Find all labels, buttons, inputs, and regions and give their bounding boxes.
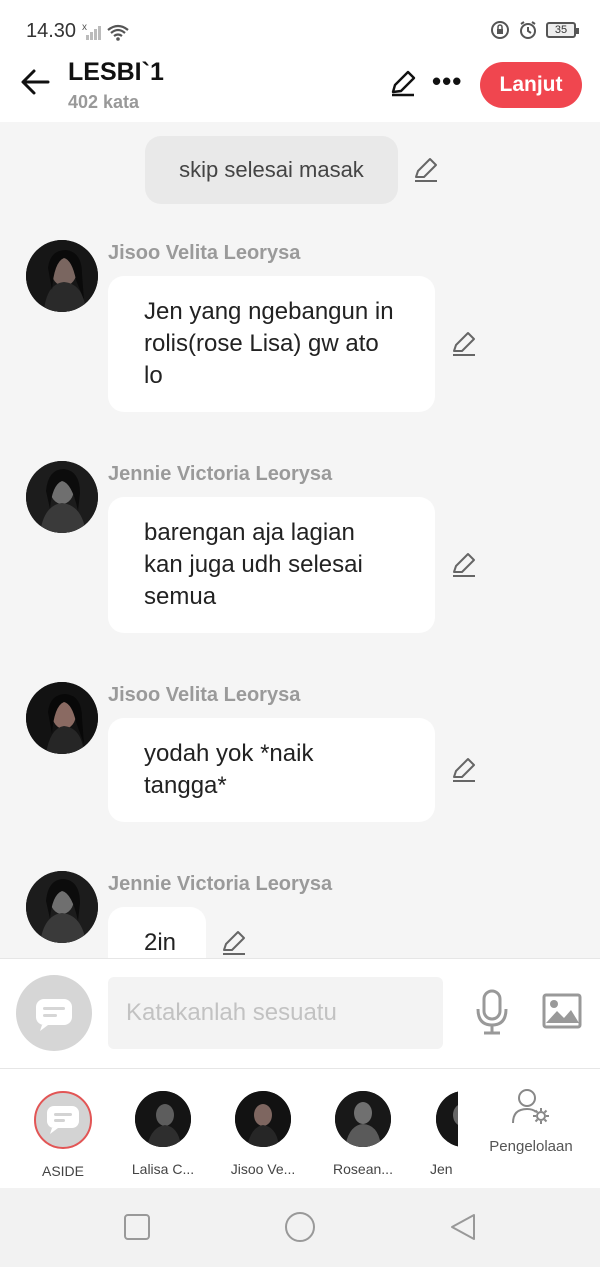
word-count: 402 kata: [68, 92, 140, 112]
narration-bubble[interactable]: skip selesai masak: [145, 136, 398, 204]
character-jisoo[interactable]: Jisoo Ve...: [218, 1091, 308, 1177]
avatar: [235, 1091, 291, 1147]
alarm-icon: [520, 21, 536, 39]
avatar-jisoo[interactable]: [26, 682, 98, 754]
character-aside[interactable]: ASIDE: [18, 1091, 108, 1179]
avatar-jennie[interactable]: [26, 461, 98, 533]
character-label: Lalisa C...: [131, 1161, 195, 1177]
avatar: [335, 1091, 391, 1147]
message-composer: [0, 958, 600, 1068]
system-nav-bar: [0, 1188, 600, 1267]
aside-avatar: [34, 1091, 92, 1149]
microphone-icon[interactable]: [474, 989, 510, 1035]
svg-text:x: x: [82, 22, 87, 33]
sender-name: Jennie Victoria Leorysa: [108, 463, 333, 485]
character-selector: ASIDE Lalisa C... Jisoo Ve... Rosean... …: [0, 1068, 600, 1189]
edit-pencil-icon[interactable]: [388, 68, 418, 98]
character-roseanne[interactable]: Rosean...: [318, 1091, 408, 1177]
scroll-fade: [458, 1069, 480, 1189]
edit-pencil-icon[interactable]: [450, 756, 478, 784]
chat-bubble-icon: [47, 1106, 79, 1134]
more-options-icon[interactable]: •••: [432, 66, 462, 97]
character-label: Rosean...: [333, 1161, 393, 1177]
avatar: [436, 1091, 458, 1147]
message-bubble[interactable]: 2in: [108, 907, 206, 958]
manage-label: Pengelolaan: [489, 1138, 573, 1155]
edit-pencil-icon[interactable]: [450, 330, 478, 358]
next-button[interactable]: Lanjut: [480, 62, 582, 108]
sender-name: Jennie Victoria Leorysa: [108, 873, 333, 895]
signal-wifi-icons: x: [82, 22, 132, 47]
story-header: LESBI`1 402 kata ••• Lanjut: [0, 50, 600, 122]
image-icon[interactable]: [542, 991, 582, 1031]
chat-area[interactable]: skip selesai masak Jisoo Velita Leorysa …: [0, 122, 600, 958]
sender-name: Jisoo Velita Leorysa: [108, 242, 301, 264]
aside-mode-button[interactable]: [16, 975, 92, 1051]
lock-rotation-icon: [491, 21, 509, 39]
edit-pencil-icon[interactable]: [450, 551, 478, 579]
character-jennie[interactable]: Jen: [418, 1091, 458, 1177]
status-time: 14.30: [26, 20, 77, 42]
user-settings-icon: [512, 1089, 549, 1124]
message-input[interactable]: [108, 977, 443, 1049]
edit-pencil-icon[interactable]: [220, 929, 248, 957]
character-lalisa[interactable]: Lalisa C...: [118, 1091, 208, 1177]
message-bubble[interactable]: barengan aja lagian kan juga udh selesai…: [108, 497, 435, 633]
back-nav-icon[interactable]: [448, 1212, 478, 1242]
home-icon[interactable]: [284, 1211, 316, 1243]
avatar: [135, 1091, 191, 1147]
status-right-icons: 35: [490, 20, 579, 40]
character-label: ASIDE: [41, 1163, 84, 1179]
message-bubble[interactable]: Jen yang ngebangun in rolis(rose Lisa) g…: [108, 276, 435, 412]
back-arrow-icon[interactable]: [18, 64, 54, 100]
story-title: LESBI`1: [68, 58, 164, 86]
edit-pencil-icon[interactable]: [412, 156, 440, 184]
avatar-jisoo[interactable]: [26, 240, 98, 312]
character-label: Jen: [430, 1161, 453, 1177]
chat-bubble-icon: [36, 999, 72, 1031]
message-bubble[interactable]: yodah yok *naik tangga*: [108, 718, 435, 822]
manage-characters-button[interactable]: Pengelolaan: [478, 1087, 584, 1155]
battery-icon: 35: [546, 22, 579, 38]
recent-apps-icon[interactable]: [122, 1212, 152, 1242]
sender-name: Jisoo Velita Leorysa: [108, 684, 301, 706]
character-label: Jisoo Ve...: [230, 1161, 296, 1177]
avatar-jennie[interactable]: [26, 871, 98, 943]
